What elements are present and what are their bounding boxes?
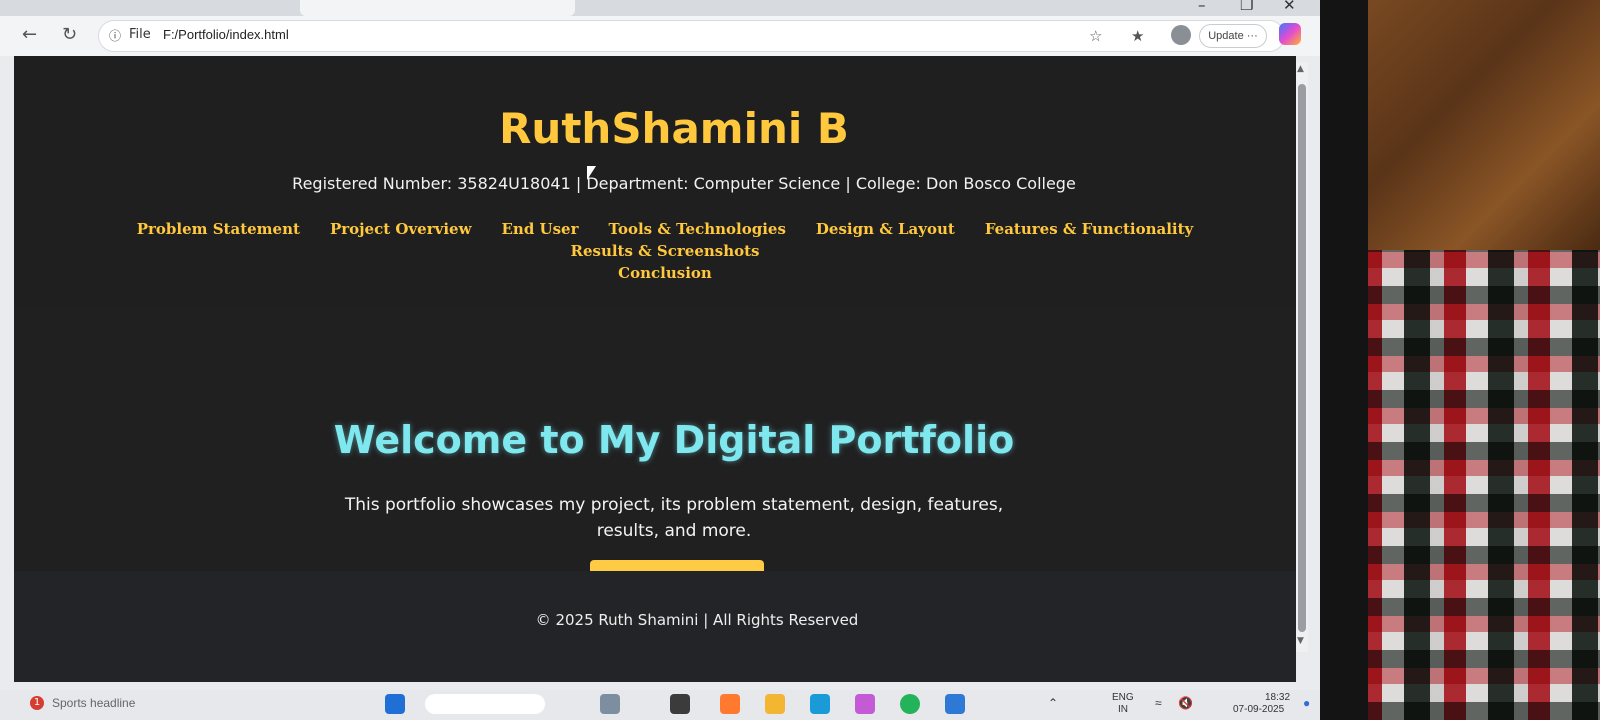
scroll-down-icon[interactable]: ▼: [1297, 636, 1304, 646]
hero-text: This portfolio showcases my project, its…: [344, 495, 1004, 541]
file-explorer-icon[interactable]: [765, 694, 785, 714]
background-cloth: [1360, 250, 1600, 720]
page-title: RuthShamini B: [499, 104, 849, 153]
widget-icon[interactable]: [600, 694, 620, 714]
notification-bell-icon[interactable]: ●: [1303, 696, 1310, 710]
nav-link-results-screenshots[interactable]: Results & Screenshots: [570, 240, 759, 262]
nav-link-project-overview[interactable]: Project Overview: [330, 218, 472, 240]
whatsapp-icon[interactable]: [900, 694, 920, 714]
language-top[interactable]: ENG: [1112, 692, 1134, 703]
update-label: Update: [1208, 30, 1244, 42]
minimize-icon[interactable]: –: [1198, 0, 1206, 14]
more-icon: ···: [1246, 30, 1258, 42]
address-bar[interactable]: ⓘ File F:/Portfolio/index.html ☆ ★ Updat…: [98, 20, 1301, 52]
task-view-icon[interactable]: [670, 694, 690, 714]
back-icon[interactable]: ←: [22, 24, 37, 45]
monitor-bezel: [1318, 0, 1368, 720]
close-icon[interactable]: ✕: [1283, 0, 1296, 14]
tab-active[interactable]: [300, 0, 575, 16]
nav-link-conclusion[interactable]: Conclusion: [618, 262, 712, 284]
edge-icon[interactable]: [810, 694, 830, 714]
app-icon[interactable]: [720, 694, 740, 714]
hero-section: Welcome to My Digital Portfolio This por…: [14, 306, 1296, 576]
scroll-thumb[interactable]: [1298, 84, 1306, 632]
news-badge[interactable]: 1: [30, 696, 44, 710]
windows-start-icon[interactable]: [385, 694, 405, 714]
clock-time[interactable]: 18:32: [1265, 692, 1290, 703]
page-subtitle: Registered Number: 35824U18041 | Departm…: [292, 174, 1076, 193]
favorite-star-icon[interactable]: ☆: [1089, 27, 1102, 45]
hero-title: Welcome to My Digital Portfolio: [333, 418, 1015, 462]
tab-strip: – ❐ ✕: [0, 0, 1320, 16]
nav-link-design-layout[interactable]: Design & Layout: [816, 218, 955, 240]
nav-link-problem-statement[interactable]: Problem Statement: [137, 218, 300, 240]
address-scheme-label: File: [129, 27, 151, 42]
tray-chevron-icon[interactable]: ⌃: [1048, 696, 1058, 710]
news-widget-text[interactable]: Sports headline: [52, 696, 135, 710]
taskbar: 1 Sports headline ⌃ ENG IN ≈ 🔇 18:32 07-…: [0, 690, 1320, 720]
update-button[interactable]: Update ···: [1199, 24, 1267, 48]
info-icon[interactable]: ⓘ: [109, 27, 121, 44]
nav-link-tools-technologies[interactable]: Tools & Technologies: [609, 218, 786, 240]
browser-window: – ❐ ✕ ← ↻ ⓘ File F:/Portfolio/index.html…: [0, 0, 1320, 690]
volume-muted-icon[interactable]: 🔇: [1178, 696, 1193, 710]
main-nav: Problem Statement Project Overview End Use…: [34, 218, 1296, 284]
page-viewport: RuthShamini B Registered Number: 35824U1…: [14, 56, 1296, 682]
scroll-up-icon[interactable]: ▲: [1297, 64, 1304, 74]
address-url[interactable]: F:/Portfolio/index.html: [163, 27, 289, 42]
background-wood: [1360, 0, 1600, 250]
mouse-cursor-icon: [587, 166, 596, 180]
footer-text: © 2025 Ruth Shamini | All Rights Reserve…: [535, 611, 859, 629]
refresh-icon[interactable]: ↻: [62, 24, 77, 45]
clock-date[interactable]: 07-09-2025: [1233, 704, 1284, 715]
page-header: RuthShamini B Registered Number: 35824U1…: [14, 56, 1296, 306]
browser-toolbar: ← ↻ ⓘ File F:/Portfolio/index.html ☆ ★ U…: [0, 16, 1320, 56]
notepad-icon[interactable]: [945, 694, 965, 714]
copilot-app-icon[interactable]: [855, 694, 875, 714]
nav-link-features-functionality[interactable]: Features & Functionality: [985, 218, 1193, 240]
language-bottom[interactable]: IN: [1118, 704, 1128, 715]
favorites-list-icon[interactable]: ★: [1131, 27, 1144, 45]
search-box[interactable]: [425, 694, 545, 714]
nav-link-end-user[interactable]: End User: [501, 218, 578, 240]
page-footer: © 2025 Ruth Shamini | All Rights Reserve…: [14, 571, 1296, 682]
profile-avatar[interactable]: [1171, 25, 1191, 45]
restore-icon[interactable]: ❐: [1240, 0, 1253, 14]
wifi-icon[interactable]: ≈: [1155, 696, 1162, 710]
copilot-icon[interactable]: [1279, 23, 1301, 45]
scrollbar[interactable]: ▲ ▼: [1296, 62, 1308, 652]
